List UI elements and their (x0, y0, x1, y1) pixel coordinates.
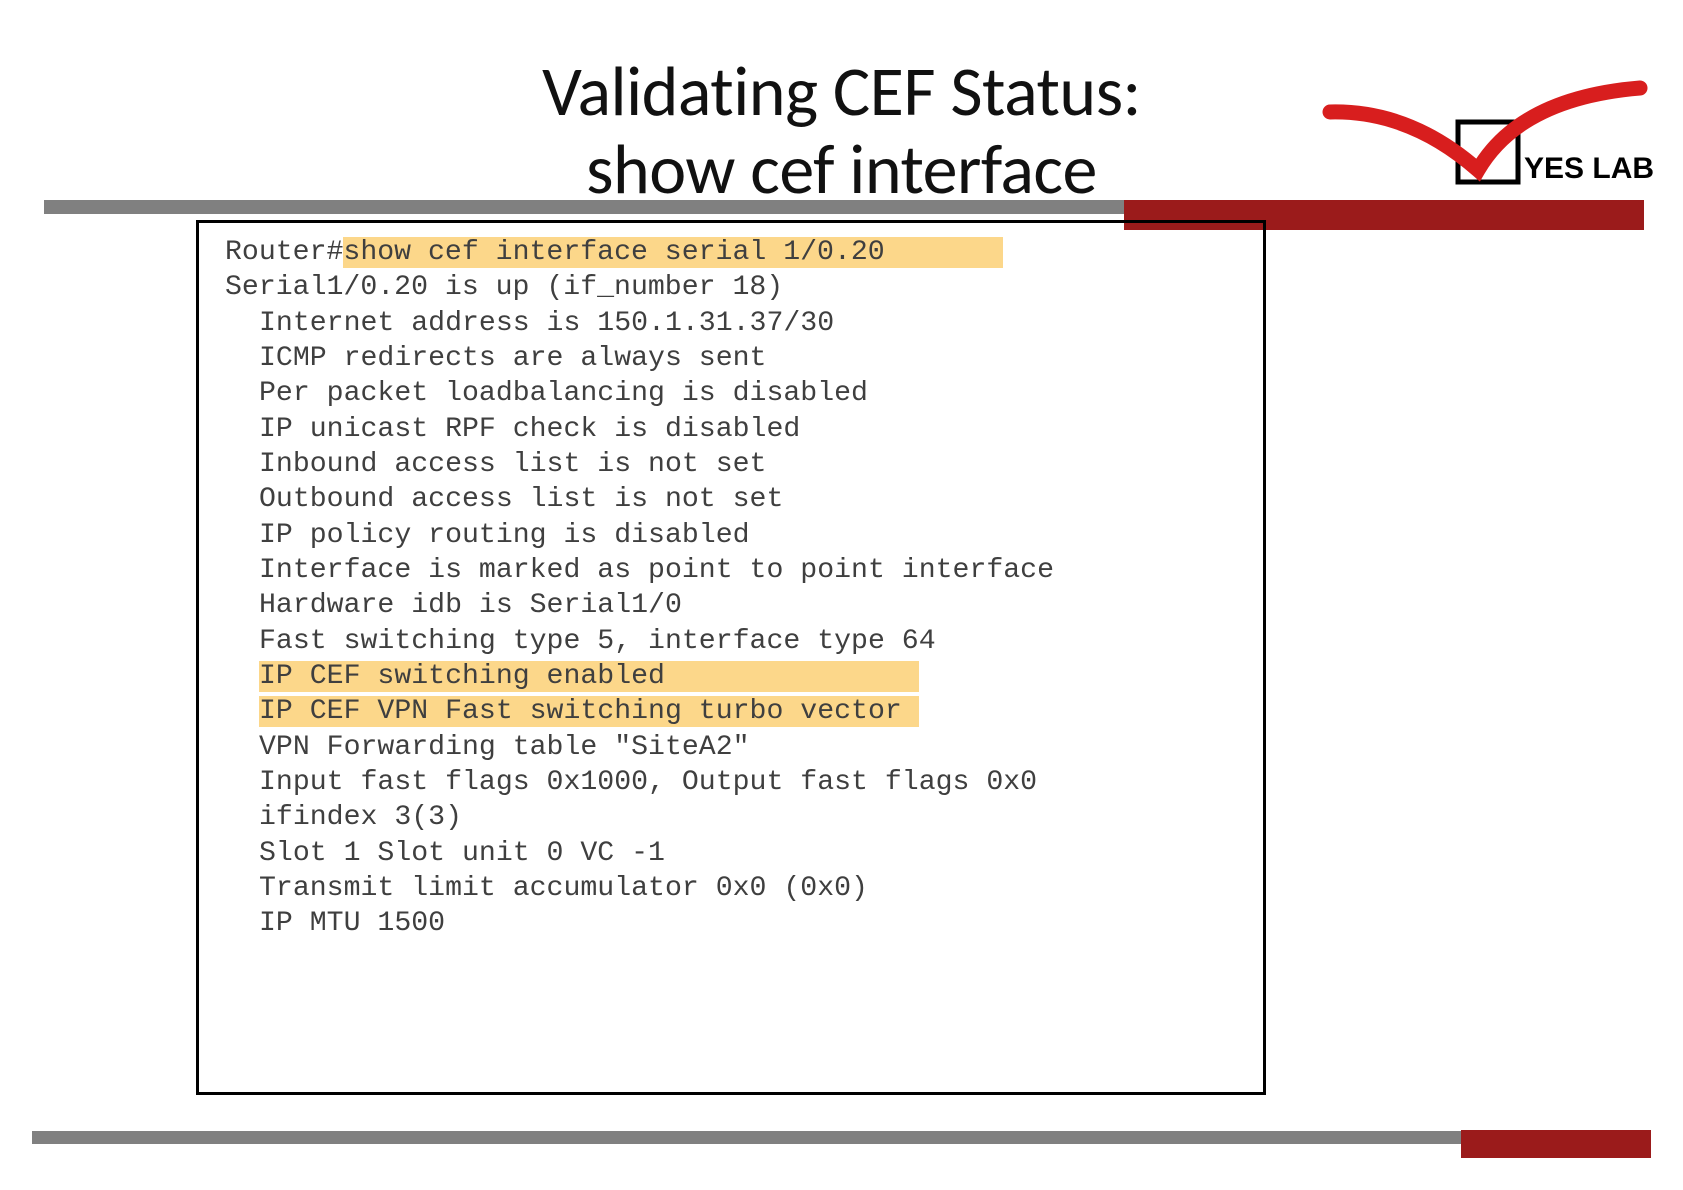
logo-text: YES LAB (1524, 152, 1654, 185)
output-line: Input fast flags 0x1000, Output fast fla… (225, 765, 1237, 800)
output-line: Per packet loadbalancing is disabled (225, 376, 1237, 411)
output-line: Serial1/0.20 is up (if_number 18) (225, 270, 1237, 305)
output-line: Fast switching type 5, interface type 64 (225, 624, 1237, 659)
output-line: IP MTU 1500 (225, 906, 1237, 941)
output-line: Inbound access list is not set (225, 447, 1237, 482)
terminal-output: Router#show cef interface serial 1/0.20 … (196, 220, 1266, 1095)
output-line-highlight: IP CEF switching enabled (225, 659, 1237, 694)
command-highlight: show cef interface serial 1/0.20 (343, 237, 884, 268)
output-line: Transmit limit accumulator 0x0 (0x0) (225, 871, 1237, 906)
output-line: VPN Forwarding table "SiteA2" (225, 730, 1237, 765)
output-line-highlight: IP CEF VPN Fast switching turbo vector (225, 694, 1237, 729)
prompt-line: Router#show cef interface serial 1/0.20 (225, 235, 1237, 270)
prompt: Router# (225, 237, 343, 268)
output-line: Interface is marked as point to point in… (225, 553, 1237, 588)
output-line: ifindex 3(3) (225, 800, 1237, 835)
output-line: IP policy routing is disabled (225, 518, 1237, 553)
output-line: Slot 1 Slot unit 0 VC -1 (225, 836, 1237, 871)
output-line: Internet address is 150.1.31.37/30 (225, 306, 1237, 341)
output-line: IP unicast RPF check is disabled (225, 412, 1237, 447)
output-line: ICMP redirects are always sent (225, 341, 1237, 376)
output-line: Hardware idb is Serial1/0 (225, 588, 1237, 623)
output-line: Outbound access list is not set (225, 482, 1237, 517)
decorative-bar-top-gray (44, 200, 1124, 214)
decorative-bar-bottom-gray (32, 1131, 1617, 1144)
yes-lab-logo: YES LAB (1320, 70, 1655, 195)
command-highlight-pad (885, 237, 1003, 268)
decorative-bar-bottom-red (1461, 1130, 1651, 1158)
